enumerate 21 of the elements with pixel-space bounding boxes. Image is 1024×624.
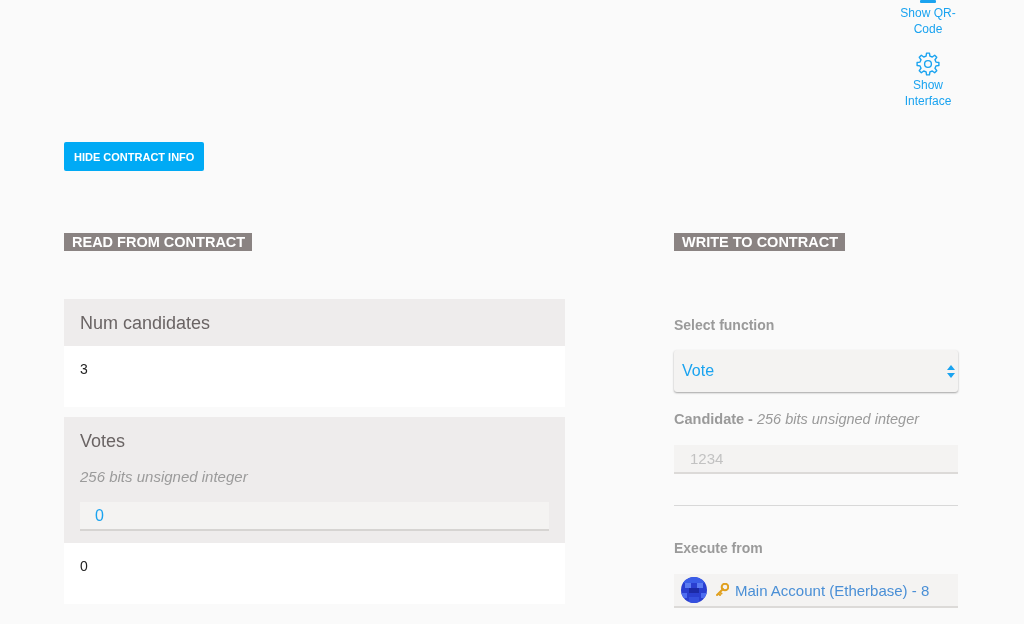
function-name: Num candidates xyxy=(80,312,212,334)
account-select[interactable]: Main Account (Etherbase) - 8 xyxy=(674,574,958,608)
field-label: Select function xyxy=(674,316,776,334)
section-heading: READ FROM CONTRACT xyxy=(64,233,253,251)
key-icon xyxy=(715,583,729,597)
select-arrows-icon xyxy=(947,364,955,378)
result-value: 0 xyxy=(80,557,89,575)
action-link[interactable]: Show Interface xyxy=(898,78,958,109)
input-type-label: 256 bits unsigned integer xyxy=(80,467,249,487)
hide-info-button[interactable]: HIDE CONTRACT INFO xyxy=(64,142,205,171)
field-label: Candidate - 256 bits unsigned integer xyxy=(674,410,921,428)
function-name: Votes xyxy=(80,430,127,452)
action-link[interactable]: Show QR-Code xyxy=(898,5,958,37)
field-label: Execute from xyxy=(674,539,764,557)
function-select[interactable]: Vote xyxy=(674,350,958,392)
cropped-icon xyxy=(920,0,936,3)
input-field[interactable]: 0 xyxy=(80,502,549,531)
result-value: 3 xyxy=(80,360,89,378)
identicon-icon xyxy=(681,577,707,603)
section-heading: WRITE TO CONTRACT xyxy=(674,233,845,251)
settings-icon xyxy=(916,52,940,76)
